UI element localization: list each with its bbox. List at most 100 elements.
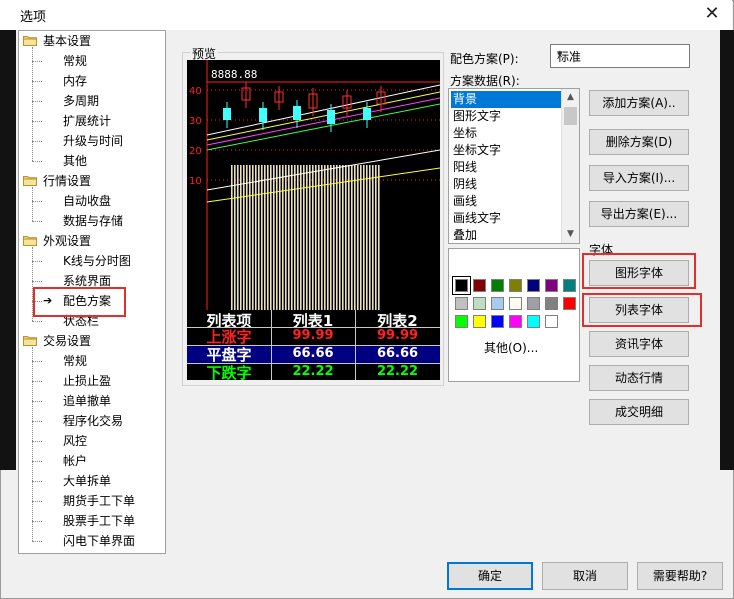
tree-item[interactable]: 数据与存储: [19, 211, 165, 231]
color-swatch[interactable]: [491, 297, 504, 310]
volume-bar: [243, 165, 245, 310]
scheme-data-item[interactable]: 背景: [451, 91, 563, 108]
import-scheme-button[interactable]: 导入方案(I)...: [589, 165, 689, 191]
scroll-up-icon[interactable]: ▲: [562, 89, 579, 106]
tree-connector: [32, 81, 42, 82]
color-swatch[interactable]: [527, 279, 540, 292]
tree-item[interactable]: 多周期: [19, 91, 165, 111]
info-font-button[interactable]: 资讯字体: [589, 331, 689, 357]
tree-item-label: 多周期: [63, 94, 100, 108]
tree-item[interactable]: 内存: [19, 71, 165, 91]
candle-down: [223, 108, 231, 120]
tree-group[interactable]: 外观设置: [19, 231, 165, 251]
tree-item[interactable]: 止损止盈: [19, 371, 165, 391]
help-button[interactable]: 需要帮助?: [637, 562, 723, 590]
color-swatch[interactable]: [452, 276, 471, 295]
color-swatch[interactable]: [455, 315, 468, 328]
color-swatch[interactable]: [527, 315, 540, 328]
color-swatch[interactable]: [473, 279, 486, 292]
tree-connector: [32, 61, 42, 62]
background-app-strip: [0, 30, 16, 470]
volume-bar: [315, 165, 317, 310]
color-swatch[interactable]: [473, 297, 486, 310]
ok-button[interactable]: 确定: [447, 562, 533, 590]
color-swatch[interactable]: [527, 297, 540, 310]
color-swatch[interactable]: [563, 297, 576, 310]
scroll-down-icon[interactable]: ▼: [562, 226, 579, 243]
color-swatch[interactable]: [491, 279, 504, 292]
scheme-data-item[interactable]: 叠加: [451, 227, 563, 243]
color-swatch[interactable]: [509, 279, 522, 292]
scheme-data-item[interactable]: 阴线: [451, 176, 563, 193]
tree-item[interactable]: 追单撤单: [19, 391, 165, 411]
tree-item[interactable]: 扩展统计: [19, 111, 165, 131]
tree-item[interactable]: 期货手工下单: [19, 491, 165, 511]
chart-y-tick-label: 10: [189, 176, 202, 187]
tree-group[interactable]: 交易设置: [19, 331, 165, 351]
tree-item[interactable]: 闪电下单界面: [19, 531, 165, 551]
table-cell: 下跌字: [206, 364, 252, 382]
tree-group[interactable]: 基本设置: [19, 31, 165, 51]
tree-group-label: 外观设置: [43, 234, 92, 248]
tree-item[interactable]: 程序化交易: [19, 411, 165, 431]
cancel-button[interactable]: 取消: [542, 562, 628, 590]
candle-down: [293, 106, 301, 120]
color-swatch[interactable]: [491, 315, 504, 328]
delete-scheme-button[interactable]: 删除方案(D): [589, 129, 689, 155]
candle-down: [363, 108, 371, 120]
tree-item[interactable]: K线与分时图: [19, 251, 165, 271]
tree-item[interactable]: 帐户: [19, 451, 165, 471]
tree-item[interactable]: 风控: [19, 431, 165, 451]
add-scheme-button[interactable]: 添加方案(A)..: [589, 90, 689, 116]
scheme-data-item[interactable]: 画线文字: [451, 210, 563, 227]
tree-item[interactable]: 升级与时间: [19, 131, 165, 151]
color-swatch[interactable]: [509, 297, 522, 310]
export-scheme-button[interactable]: 导出方案(E)...: [589, 201, 689, 227]
tree-item[interactable]: 股票手工下单: [19, 511, 165, 531]
volume-bar: [258, 165, 260, 310]
close-icon[interactable]: ✕: [696, 2, 728, 26]
volume-bar: [336, 165, 338, 310]
scheme-data-item[interactable]: 坐标文字: [451, 142, 563, 159]
volume-bar: [357, 165, 359, 310]
color-swatch[interactable]: [563, 279, 576, 292]
tree-item-label: 追单撤单: [63, 394, 112, 408]
tree-connector: [32, 381, 42, 382]
tree-item[interactable]: 自动收盘: [19, 191, 165, 211]
tree-item-label: 股票手工下单: [63, 514, 136, 528]
price-readout: 8888.88: [211, 68, 258, 81]
list-scrollbar[interactable]: ▲ ▼: [561, 89, 579, 243]
preview-table: 列表项 列表1 列表2 上涨字 99.99 99.99 平盘字 66.66 66.66 下跌字 22…: [187, 310, 440, 382]
volume-bar: [303, 165, 305, 310]
tree-item[interactable]: 大单拆单: [19, 471, 165, 491]
color-swatch[interactable]: [509, 315, 522, 328]
color-scheme-select[interactable]: 标准 ▾: [550, 44, 690, 68]
tree-item-label: 扩展统计: [63, 114, 112, 128]
color-swatch[interactable]: [545, 297, 558, 310]
dynamic-quote-font-button[interactable]: 动态行情: [589, 365, 689, 391]
volume-bar: [252, 165, 254, 310]
color-swatch[interactable]: [473, 315, 486, 328]
trade-detail-font-button[interactable]: 成交明细: [589, 399, 689, 425]
scheme-data-item[interactable]: 画线: [451, 193, 563, 210]
scheme-data-list[interactable]: 叠加 画线文字 画线 阴线 阳线 坐标文字 坐标 图形文字 背景 ▲ ▼: [448, 88, 580, 244]
tree-item[interactable]: 常规: [19, 351, 165, 371]
tree-connector: [32, 521, 42, 522]
tree-item[interactable]: 常规: [19, 51, 165, 71]
tree-group[interactable]: 行情设置: [19, 171, 165, 191]
scheme-data-item[interactable]: 图形文字: [451, 108, 563, 125]
scheme-data-item[interactable]: 坐标: [451, 125, 563, 142]
color-swatch[interactable]: [455, 297, 468, 310]
color-swatch[interactable]: [545, 279, 558, 292]
tree-connector: [32, 121, 42, 122]
color-swatch[interactable]: [545, 315, 558, 328]
volume-bar: [300, 165, 302, 310]
other-color-button[interactable]: 其他(O)...: [484, 339, 538, 356]
table-cell: 66.66: [376, 346, 419, 361]
volume-bar: [378, 165, 380, 310]
scroll-thumb[interactable]: [564, 107, 577, 125]
tree-connector: [32, 161, 42, 162]
tree-item[interactable]: 其他: [19, 151, 165, 171]
tree-item-label: 内存: [63, 74, 88, 88]
scheme-data-item[interactable]: 阳线: [451, 159, 563, 176]
